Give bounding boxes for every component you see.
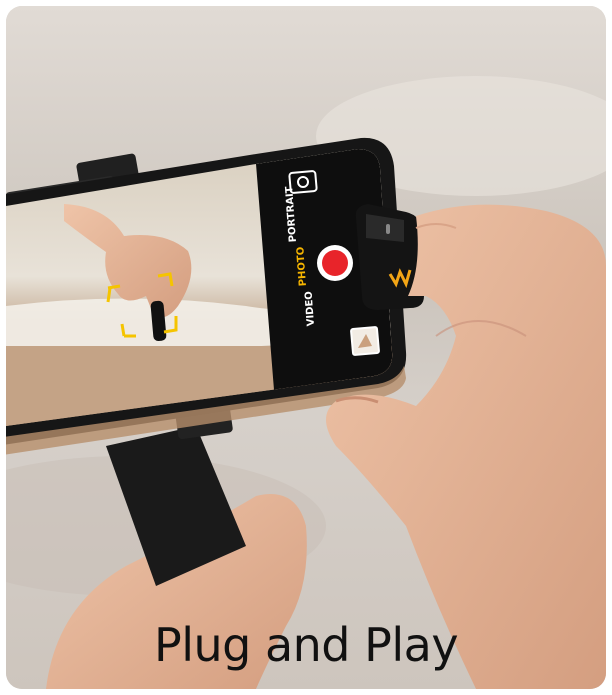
shutter-button[interactable] <box>317 245 353 281</box>
gallery-thumbnail[interactable] <box>350 326 380 356</box>
product-photo: PORTRAIT PHOTO VIDEO <box>6 6 606 689</box>
caption-title: Plug and Play <box>153 618 459 672</box>
product-photo-frame: PORTRAIT PHOTO VIDEO Plug and Play <box>6 6 606 689</box>
